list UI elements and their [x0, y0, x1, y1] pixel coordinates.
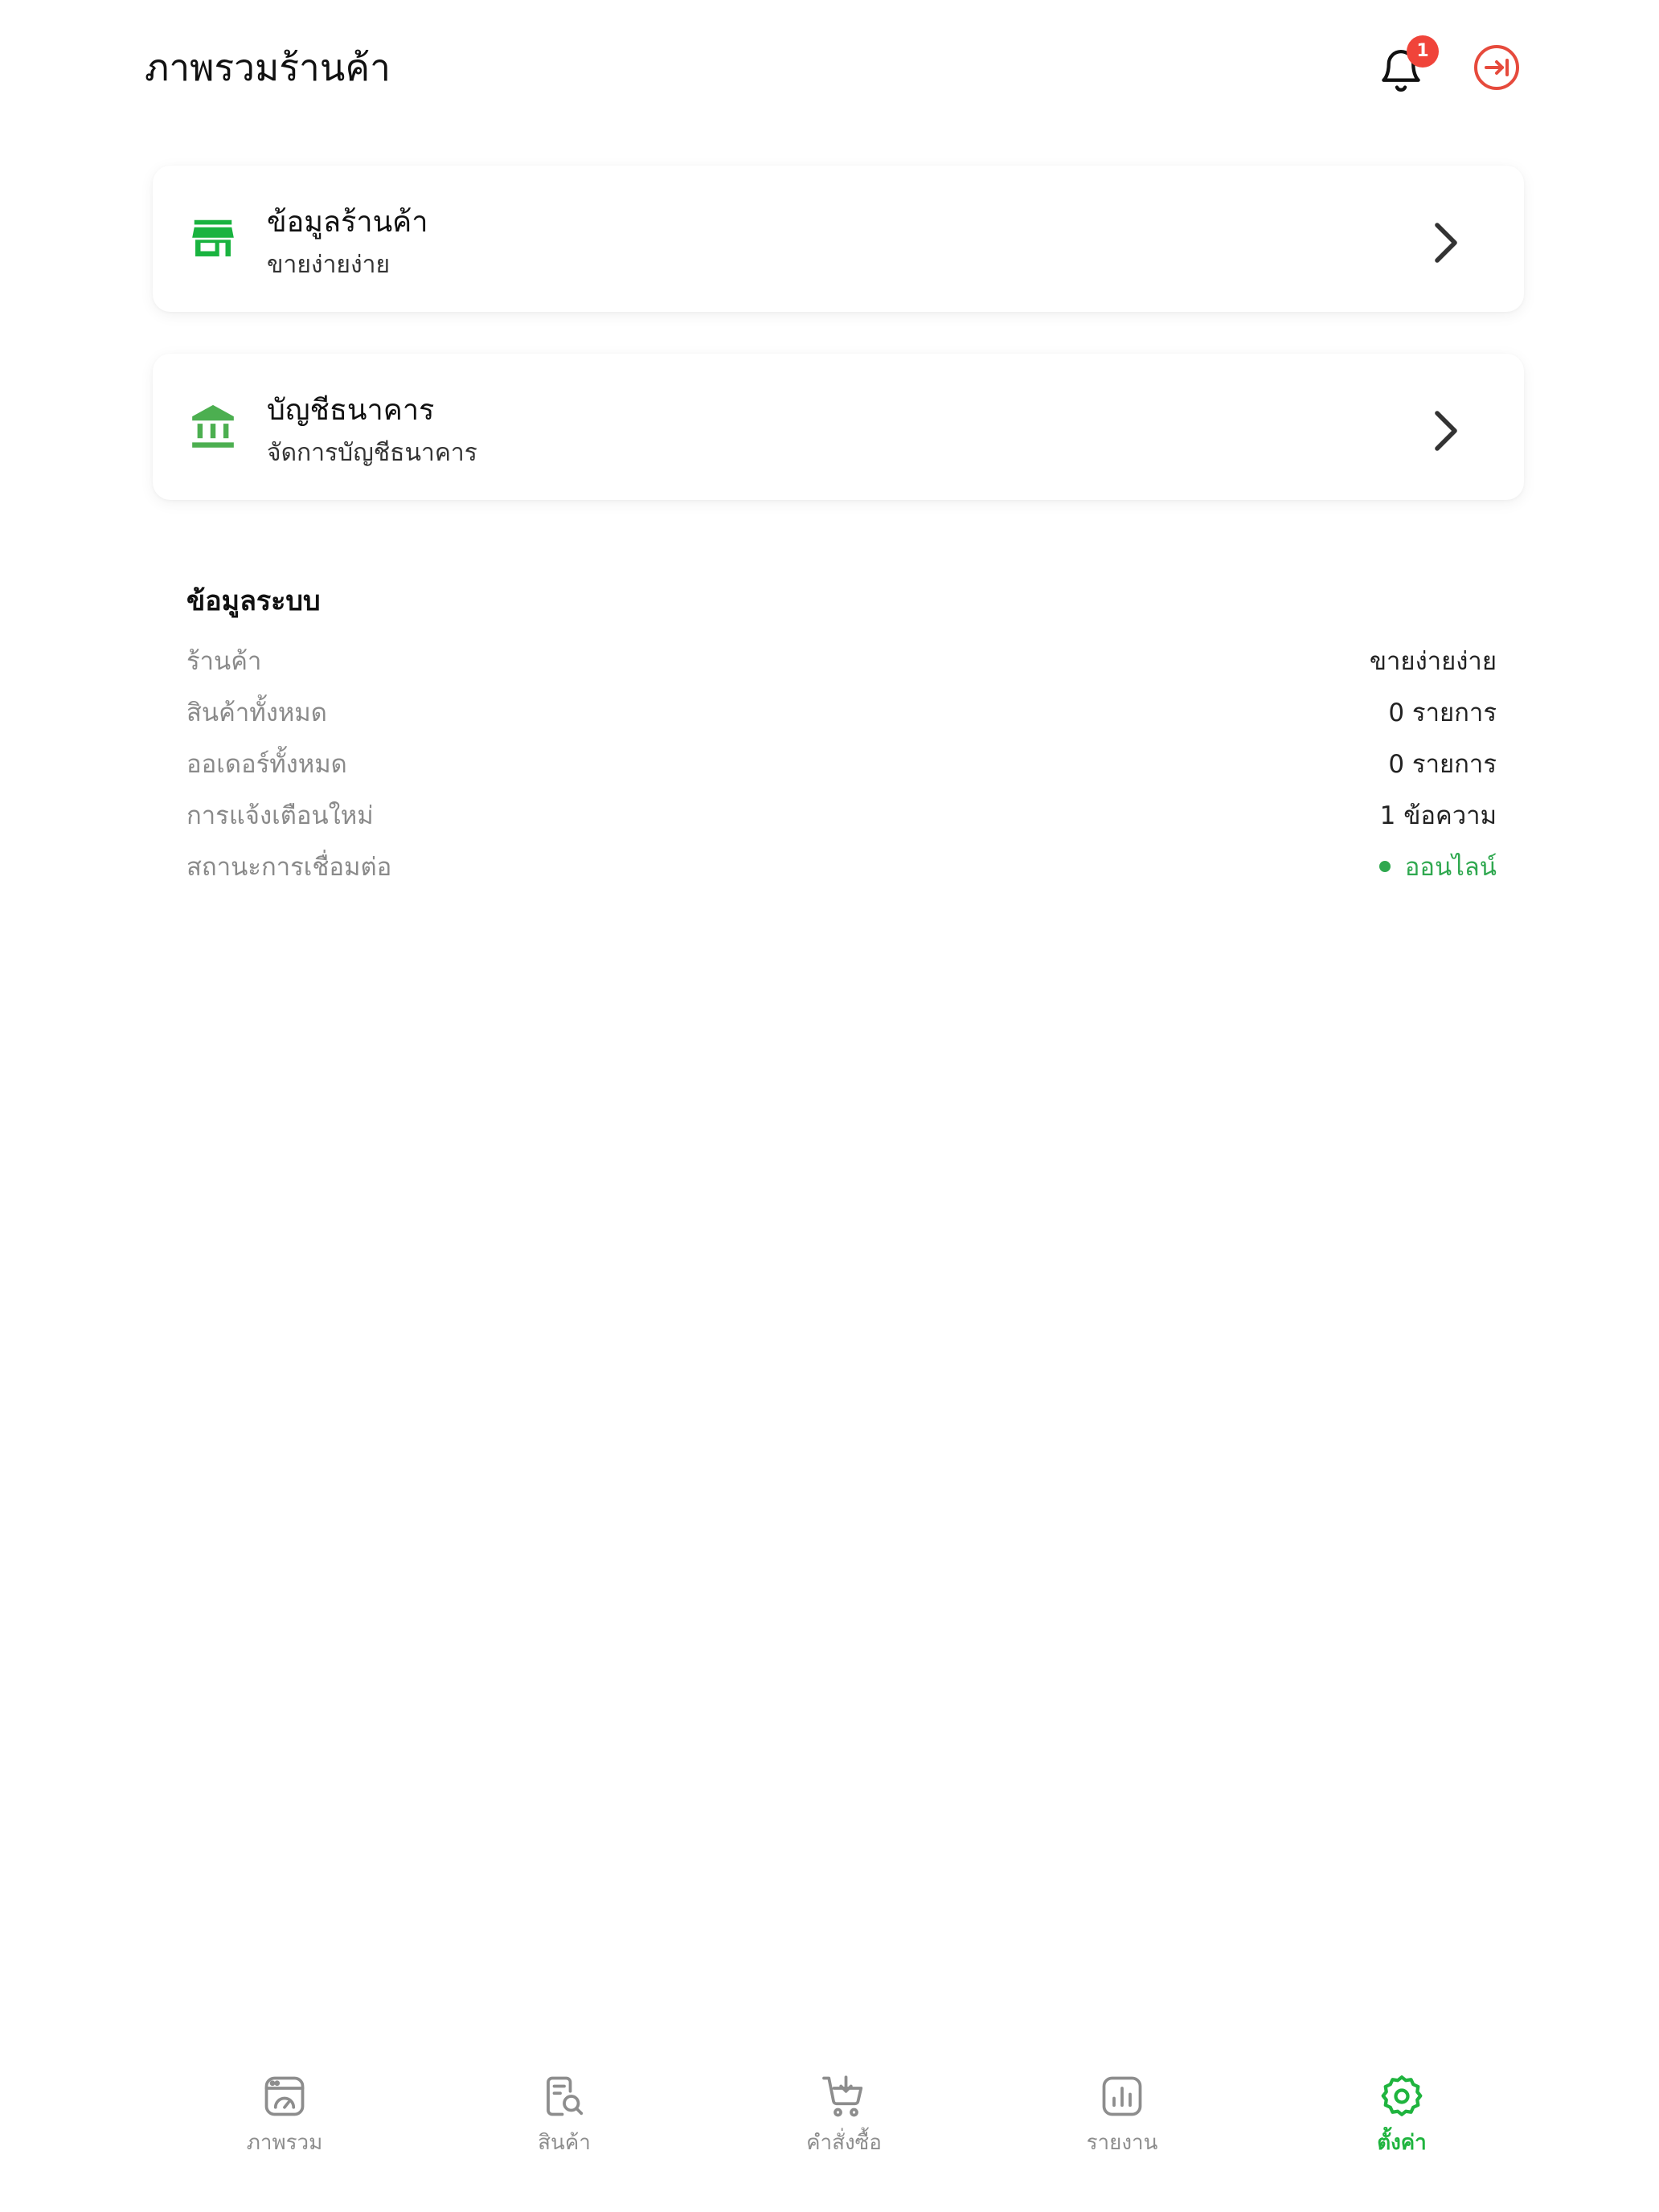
- system-info-label: การแจ้งเตือนใหม่: [186, 801, 374, 830]
- bank-account-card[interactable]: บัญชีธนาคาร จัดการบัญชีธนาคาร: [153, 354, 1524, 500]
- nav-label: ภาพรวม: [246, 2131, 323, 2155]
- store-info-title: ข้อมูลร้านค้า: [267, 206, 428, 239]
- page-title: ภาพรวมร้านค้า: [145, 46, 391, 89]
- nav-label: รายงาน: [1086, 2131, 1158, 2155]
- bank-account-subtitle: จัดการบัญชีธนาคาร: [267, 439, 477, 467]
- store-info-card[interactable]: ข้อมูลร้านค้า ขายง่ายง่าย: [153, 166, 1524, 312]
- system-info-row-connection: สถานะการเชื่อมต่อ ออนไลน์: [186, 842, 1497, 894]
- system-info-heading: ข้อมูลระบบ: [186, 585, 321, 617]
- nav-label: ตั้งค่า: [1377, 2131, 1427, 2155]
- connection-status: ออนไลน์: [1378, 847, 1497, 887]
- nav-item-reports[interactable]: รายงาน: [1026, 2072, 1219, 2185]
- chevron-right-icon: [1435, 223, 1457, 263]
- nav-label: คำสั่งซื้อ: [806, 2131, 882, 2155]
- system-info-label: สินค้าทั้งหมด: [186, 698, 327, 727]
- nav-label: สินค้า: [538, 2131, 591, 2155]
- bank-icon: [192, 404, 234, 448]
- header: ภาพรวมร้านค้า 1: [0, 0, 1659, 137]
- store-icon: [192, 219, 234, 256]
- online-status-dot: [1378, 860, 1391, 872]
- logout-button[interactable]: [1471, 42, 1522, 93]
- system-info-row-orders: ออเดอร์ทั้งหมด 0 รายการ: [186, 739, 1497, 791]
- notification-button[interactable]: 1: [1370, 35, 1439, 100]
- chart-icon: [1102, 2076, 1142, 2116]
- nav-item-overview[interactable]: ภาพรวม: [188, 2072, 381, 2185]
- notification-badge: 1: [1407, 35, 1439, 68]
- chevron-right-icon: [1435, 411, 1457, 451]
- gear-icon: [1381, 2075, 1423, 2116]
- dashboard-icon: [264, 2076, 305, 2116]
- app-root: ภาพรวมร้านค้า 1 ข้อมูลร้านค้า ขายง่ายง่า…: [0, 0, 1659, 2212]
- bottom-nav: ภาพรวม สินค้า คำสั่งซื้อ รายงาน ตั้งค่า: [0, 2058, 1659, 2212]
- nav-item-products[interactable]: สินค้า: [468, 2072, 661, 2185]
- system-info-row-notifications: การแจ้งเตือนใหม่ 1 ข้อความ: [186, 791, 1497, 842]
- system-info-label: สถานะการเชื่อมต่อ: [186, 853, 392, 882]
- system-info-label: ออเดอร์ทั้งหมด: [186, 750, 347, 779]
- store-info-subtitle: ขายง่ายง่าย: [267, 251, 391, 279]
- nav-item-settings[interactable]: ตั้งค่า: [1305, 2072, 1498, 2185]
- system-info-row-products: สินค้าทั้งหมด 0 รายการ: [186, 688, 1497, 739]
- connection-status-text: ออนไลน์: [1404, 853, 1497, 882]
- logout-icon: [1474, 45, 1519, 90]
- system-info-label: ร้านค้า: [186, 647, 262, 676]
- system-info-section: ข้อมูลระบบ ร้านค้า ขายง่ายง่าย สินค้าทั้…: [186, 577, 1497, 894]
- system-info-value: 1 ข้อความ: [1379, 801, 1497, 830]
- system-info-value: 0 รายการ: [1388, 698, 1497, 727]
- system-info-value: ขายง่ายง่าย: [1369, 647, 1497, 676]
- system-info-row-store: ร้านค้า ขายง่ายง่าย: [186, 637, 1497, 688]
- nav-item-orders[interactable]: คำสั่งซื้อ: [748, 2072, 940, 2185]
- bank-account-title: บัญชีธนาคาร: [267, 394, 435, 427]
- system-info-value: 0 รายการ: [1388, 750, 1497, 779]
- product-search-icon: [547, 2076, 584, 2116]
- cart-icon: [822, 2075, 863, 2117]
